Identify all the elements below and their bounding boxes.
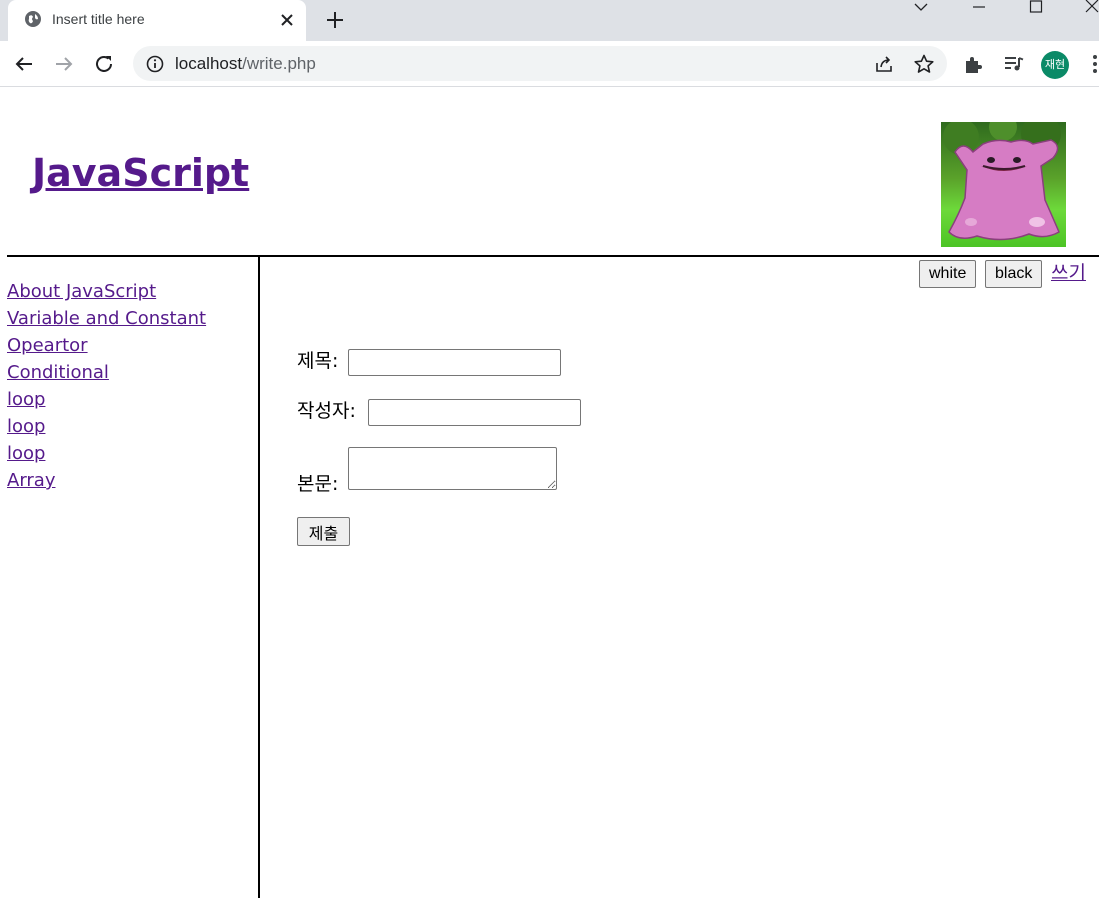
nav-item: loop [7, 389, 206, 416]
url-host: localhost [175, 54, 243, 73]
chevron-down-icon [914, 3, 928, 11]
sidebar-divider [258, 256, 260, 898]
maximize-button[interactable] [1013, 0, 1059, 30]
minimize-button[interactable] [956, 0, 1002, 30]
nav-link-loop[interactable]: loop [7, 416, 45, 437]
page-title: JavaScript [32, 151, 249, 195]
close-icon[interactable] [278, 11, 296, 29]
profile-avatar[interactable]: 재현 [1041, 51, 1069, 79]
url-path: /write.php [242, 54, 316, 73]
url-text: localhost/write.php [175, 54, 316, 74]
extensions-puzzle-icon[interactable] [962, 52, 986, 76]
nav-item: Variable and Constant [7, 308, 206, 335]
nav-item: Array [7, 470, 206, 497]
author-label: 작성자: [297, 400, 356, 422]
header-divider [7, 255, 1099, 257]
share-icon[interactable] [873, 53, 895, 75]
nav-item: About JavaScript [7, 281, 206, 308]
nav-item: loop [7, 443, 206, 470]
author-input[interactable] [368, 399, 581, 426]
web-page: JavaScript About JavaScript Variable and… [0, 87, 1099, 898]
white-theme-button[interactable]: white [919, 260, 977, 288]
nav-link-about-javascript[interactable]: About JavaScript [7, 281, 156, 302]
tab-search-button[interactable] [898, 0, 944, 30]
browser-tabstrip: Insert title here [0, 0, 1099, 41]
nav-link-array[interactable]: Array [7, 470, 55, 491]
body-textarea[interactable] [348, 447, 557, 490]
sidebar-nav: About JavaScript Variable and Constant O… [7, 281, 206, 497]
home-link[interactable]: JavaScript [32, 151, 249, 195]
media-playlist-icon[interactable] [1002, 52, 1026, 76]
nav-link-operator[interactable]: Opeartor [7, 335, 88, 356]
back-arrow-icon[interactable] [12, 52, 36, 76]
star-icon[interactable] [913, 53, 935, 75]
nav-item: Opeartor [7, 335, 206, 362]
nav-link-variable-and-constant[interactable]: Variable and Constant [7, 308, 206, 329]
address-bar[interactable]: localhost/write.php [133, 46, 947, 81]
window-close-button[interactable] [1069, 0, 1099, 30]
nav-link-loop[interactable]: loop [7, 389, 45, 410]
forward-arrow-icon[interactable] [52, 52, 76, 76]
browser-toolbar: localhost/write.php 재현 [0, 41, 1099, 87]
ditto-image [941, 122, 1066, 247]
nav-item: Conditional [7, 362, 206, 389]
submit-button[interactable]: 제출 [297, 517, 350, 546]
tab-title: Insert title here [52, 11, 145, 27]
info-icon[interactable] [145, 54, 165, 74]
browser-tab[interactable]: Insert title here [8, 0, 306, 41]
write-link[interactable]: 쓰기 [1051, 258, 1086, 285]
nav-link-conditional[interactable]: Conditional [7, 362, 109, 383]
nav-link-loop[interactable]: loop [7, 443, 45, 464]
body-label: 본문: [297, 473, 339, 495]
kebab-menu-icon[interactable] [1083, 52, 1099, 76]
minimize-icon [973, 6, 985, 8]
globe-icon [25, 11, 41, 27]
reload-icon[interactable] [92, 52, 116, 76]
close-icon [1085, 0, 1099, 13]
title-label: 제목: [297, 350, 339, 372]
new-tab-icon[interactable] [324, 9, 346, 31]
maximize-icon [1029, 0, 1043, 13]
black-theme-button[interactable]: black [985, 260, 1043, 288]
title-input[interactable] [348, 349, 561, 376]
nav-item: loop [7, 416, 206, 443]
